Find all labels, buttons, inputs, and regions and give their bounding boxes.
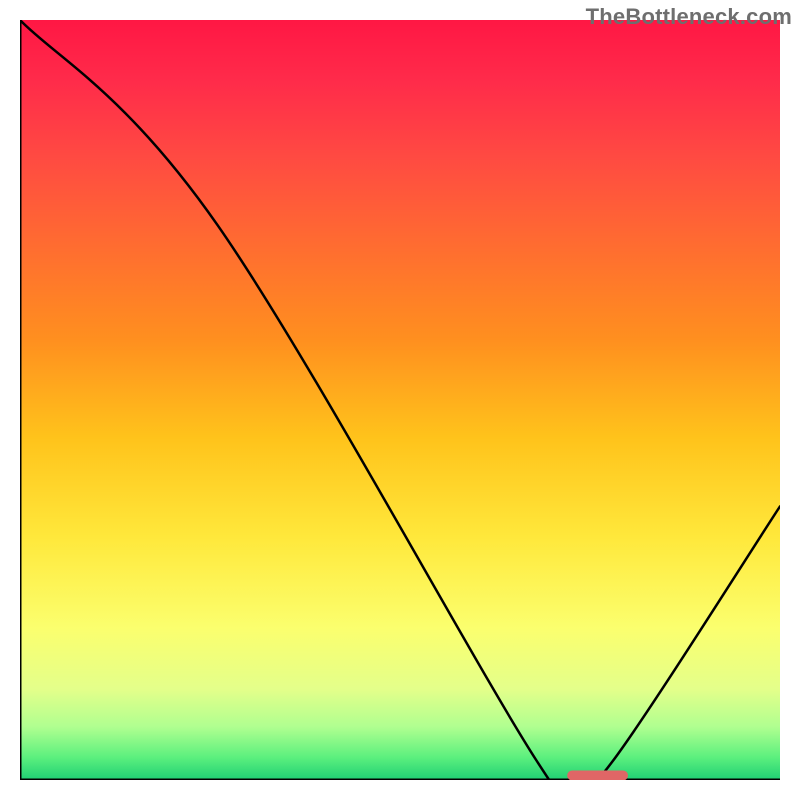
chart-svg bbox=[20, 20, 780, 780]
bottleneck-chart bbox=[20, 20, 780, 780]
watermark-text: TheBottleneck.com bbox=[586, 4, 792, 30]
plot-background bbox=[20, 20, 780, 780]
optimal-marker bbox=[567, 770, 628, 780]
